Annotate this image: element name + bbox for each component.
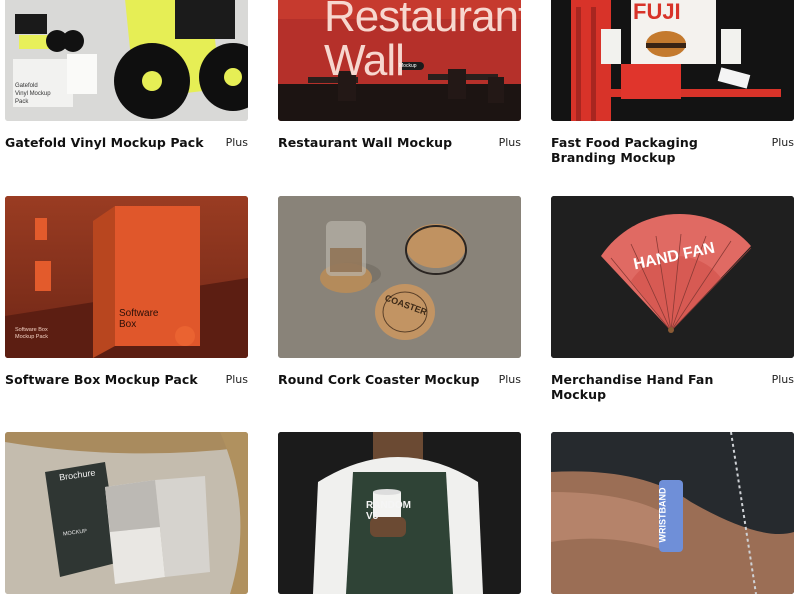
product-card-apron-cup[interactable]: RANDOM V5 [278,432,521,594]
product-card-gatefold-vinyl[interactable]: Gatefold Vinyl Mockup Pack Gatefold Viny… [5,0,248,150]
plus-badge: Plus [225,136,248,149]
product-thumbnail[interactable]: HAND FAN [551,196,794,358]
product-thumbnail[interactable]: WRISTBAND [551,432,794,594]
product-card-restaurant-wall[interactable]: Restaurant Wall Mockup Restaurant Wall M… [278,0,521,150]
image-text: Software Box [15,327,48,333]
product-title[interactable]: Software Box Mockup Pack [5,372,210,387]
product-card-brochure[interactable]: Brochure MOCKUP [5,432,248,594]
plus-badge: Plus [498,373,521,386]
plus-badge: Plus [498,136,521,149]
image-text: WRISTBAND [657,487,668,543]
product-card-cork-coaster[interactable]: COASTER Round Cork Coaster Mockup Plus [278,196,521,387]
product-title[interactable]: Gatefold Vinyl Mockup Pack [5,135,210,150]
product-thumbnail[interactable]: Restaurant Wall Mockup [278,0,521,121]
plus-badge: Plus [771,136,794,149]
product-card-fast-food-packaging[interactable]: FUJI Fast Food Packaging Branding Mockup… [551,0,794,165]
image-text: Pack [15,99,29,105]
image-text: Box [119,319,137,330]
product-thumbnail[interactable]: FUJI [551,0,794,121]
product-thumbnail[interactable]: Software Box Software Box Mockup Pack [5,196,248,358]
image-text: Vinyl Mockup [15,91,51,97]
plus-badge: Plus [225,373,248,386]
plus-badge: Plus [771,373,794,386]
wristband-illustration [551,432,794,594]
product-thumbnail[interactable]: Brochure MOCKUP [5,432,248,594]
brochure-illustration [5,432,248,594]
image-text: RANDOM [366,500,411,511]
product-title[interactable]: Fast Food Packaging Branding Mockup [551,135,756,165]
image-text: Gatefold [15,83,38,89]
hand-fan-illustration [551,196,794,358]
product-title[interactable]: Merchandise Hand Fan Mockup [551,372,756,402]
product-card-software-box[interactable]: Software Box Software Box Mockup Pack So… [5,196,248,387]
product-thumbnail[interactable]: Gatefold Vinyl Mockup Pack [5,0,248,121]
product-thumbnail[interactable]: RANDOM V5 [278,432,521,594]
image-text: V5 [366,511,379,522]
image-text: Wall [324,36,405,85]
image-text: FUJI [633,0,681,24]
product-title[interactable]: Restaurant Wall Mockup [278,135,483,150]
product-card-wristband[interactable]: WRISTBAND [551,432,794,594]
image-text: Restaurant [324,0,521,41]
cork-coaster-illustration [278,196,521,358]
image-text: Mockup [399,63,417,69]
image-text: Mockup Pack [15,334,49,340]
image-text: Software [119,308,159,319]
product-title[interactable]: Round Cork Coaster Mockup [278,372,483,387]
product-thumbnail[interactable]: COASTER [278,196,521,358]
product-card-hand-fan[interactable]: HAND FAN Merchandise Hand Fan Mockup Plu… [551,196,794,402]
